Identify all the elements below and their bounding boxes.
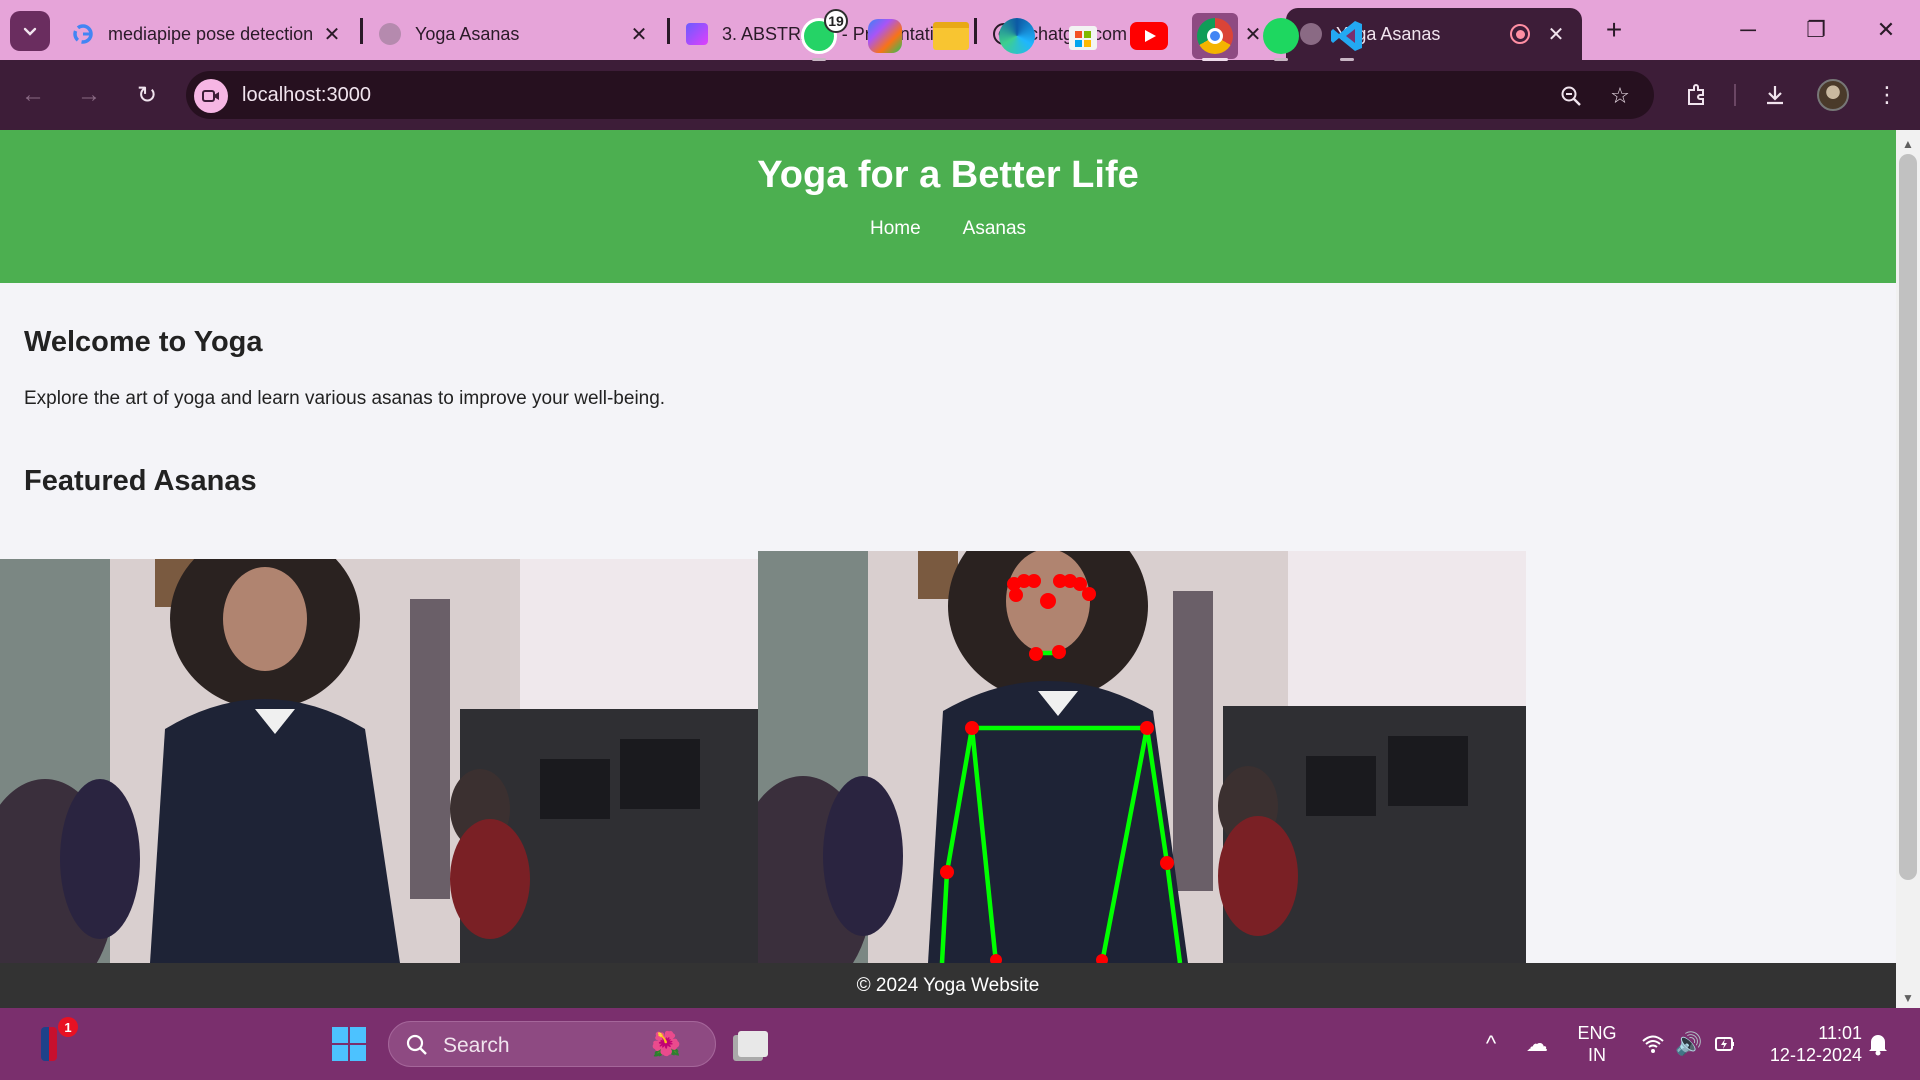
copilot-app[interactable] bbox=[862, 13, 908, 59]
edge-app[interactable] bbox=[994, 13, 1040, 59]
wifi-icon[interactable] bbox=[1639, 1030, 1667, 1058]
welcome-text: Explore the art of yoga and learn variou… bbox=[24, 388, 666, 409]
pose-detection-canvas bbox=[758, 551, 1526, 963]
windows-start-icon bbox=[332, 1027, 366, 1061]
tab-separator bbox=[974, 18, 977, 44]
restore-button[interactable]: ❐ bbox=[1792, 12, 1840, 48]
notification-badge: 1 bbox=[58, 1017, 78, 1037]
tab-separator bbox=[360, 18, 363, 44]
youtube-app[interactable] bbox=[1126, 13, 1172, 59]
google-g-icon bbox=[72, 23, 94, 45]
site-info-icon[interactable] bbox=[194, 79, 228, 113]
youtube-icon bbox=[1130, 22, 1168, 50]
globe-icon bbox=[379, 23, 401, 45]
spotify-app[interactable] bbox=[1258, 13, 1304, 61]
search-highlight-icon: 🌺 bbox=[651, 1031, 681, 1058]
bookmark-star-icon[interactable]: ☆ bbox=[1607, 83, 1633, 109]
store-icon bbox=[1069, 26, 1097, 50]
clock-date: 12-12-2024 bbox=[1769, 1045, 1862, 1065]
address-bar[interactable]: localhost:3000 ☆ bbox=[186, 71, 1654, 119]
task-view-icon bbox=[738, 1031, 768, 1057]
edge-icon bbox=[999, 18, 1035, 54]
language-line1: ENG bbox=[1577, 1023, 1617, 1043]
tab-search-button[interactable] bbox=[10, 11, 50, 51]
close-icon[interactable]: ✕ bbox=[1544, 22, 1568, 46]
back-button[interactable]: ← bbox=[16, 78, 50, 112]
nav-link-asanas[interactable]: Asanas bbox=[963, 218, 1026, 240]
nba-icon bbox=[41, 1027, 57, 1061]
vscode-app[interactable] bbox=[1324, 13, 1370, 61]
extensions-icon[interactable] bbox=[1679, 78, 1713, 112]
vscode-icon bbox=[1331, 21, 1362, 51]
task-view-button[interactable] bbox=[730, 1021, 776, 1067]
scroll-down-arrow[interactable]: ▼ bbox=[1900, 990, 1916, 1006]
web-viewport: Yoga for a Better Life Home Asanas Welco… bbox=[0, 130, 1896, 1008]
new-tab-button[interactable]: + bbox=[1598, 14, 1630, 46]
tab-title: Yoga Asanas bbox=[415, 23, 520, 44]
minimize-button[interactable]: ─ bbox=[1724, 12, 1772, 48]
tab-yoga-asanas[interactable]: Yoga Asanas ✕ bbox=[365, 8, 665, 60]
file-explorer-app[interactable] bbox=[928, 13, 974, 59]
scrollbar-thumb[interactable] bbox=[1899, 154, 1917, 880]
site-nav: Home Asanas bbox=[0, 218, 1896, 240]
close-icon[interactable]: ✕ bbox=[320, 22, 344, 46]
windows-taskbar bbox=[0, 1008, 1920, 1080]
forward-button[interactable]: → bbox=[72, 78, 106, 112]
whatsapp-app[interactable]: 19 bbox=[796, 9, 848, 61]
tab-title: mediapipe pose detection bbox=[108, 23, 314, 44]
featured-heading: Featured Asanas bbox=[24, 465, 257, 497]
battery-icon[interactable] bbox=[1711, 1030, 1739, 1058]
chevron-up-icon[interactable]: ^ bbox=[1477, 1030, 1505, 1058]
profile-avatar[interactable] bbox=[1817, 79, 1849, 111]
close-window-button[interactable]: ✕ bbox=[1862, 12, 1910, 48]
welcome-heading: Welcome to Yoga bbox=[24, 326, 263, 358]
clock-time: 11:01 bbox=[1818, 1023, 1862, 1043]
taskbar-search[interactable]: Search 🌺 bbox=[388, 1021, 716, 1067]
site-header: Yoga for a Better Life Home Asanas bbox=[0, 130, 1896, 283]
language-indicator[interactable]: ENG IN bbox=[1573, 1022, 1621, 1066]
scroll-up-arrow[interactable]: ▲ bbox=[1900, 136, 1916, 152]
browser-toolbar: ← → ↻ localhost:3000 ☆ ⋮ bbox=[0, 60, 1920, 130]
whatsapp-badge: 19 bbox=[824, 9, 848, 33]
chevron-down-icon bbox=[23, 27, 37, 36]
site-footer: © 2024 Yoga Website bbox=[0, 963, 1896, 1008]
language-line2: IN bbox=[1588, 1045, 1606, 1065]
site-title: Yoga for a Better Life bbox=[757, 154, 1139, 196]
tab-mediapipe[interactable]: mediapipe pose detection ✕ bbox=[58, 8, 358, 60]
store-app[interactable] bbox=[1060, 13, 1106, 59]
volume-icon[interactable]: 🔊 bbox=[1675, 1030, 1703, 1058]
download-icon[interactable] bbox=[1758, 78, 1792, 112]
chrome-icon bbox=[1197, 18, 1233, 54]
start-button[interactable] bbox=[326, 1021, 372, 1067]
kebab-menu-icon[interactable]: ⋮ bbox=[1870, 78, 1904, 112]
file-explorer-icon bbox=[933, 22, 969, 50]
notification-bell-icon[interactable] bbox=[1864, 1030, 1892, 1058]
copilot-icon bbox=[868, 19, 902, 53]
chrome-app[interactable] bbox=[1192, 13, 1238, 61]
close-icon[interactable]: ✕ bbox=[627, 22, 651, 46]
nav-link-home[interactable]: Home bbox=[870, 218, 921, 240]
webcam-feed-raw bbox=[0, 559, 758, 963]
toolbar-separator bbox=[1734, 84, 1736, 106]
reload-button[interactable]: ↻ bbox=[130, 78, 164, 112]
spotify-icon bbox=[1263, 18, 1299, 54]
nba-app[interactable]: 1 bbox=[26, 1017, 78, 1067]
search-icon bbox=[406, 1034, 427, 1055]
zoom-icon[interactable] bbox=[1558, 83, 1584, 109]
recording-icon bbox=[1510, 24, 1530, 44]
search-label: Search bbox=[443, 1034, 510, 1057]
onedrive-icon[interactable]: ☁ bbox=[1523, 1030, 1551, 1058]
tab-separator bbox=[667, 18, 670, 44]
clock[interactable]: 11:01 12-12-2024 bbox=[1758, 1022, 1862, 1066]
url-text: localhost:3000 bbox=[242, 84, 371, 106]
presentation-icon bbox=[686, 23, 708, 45]
